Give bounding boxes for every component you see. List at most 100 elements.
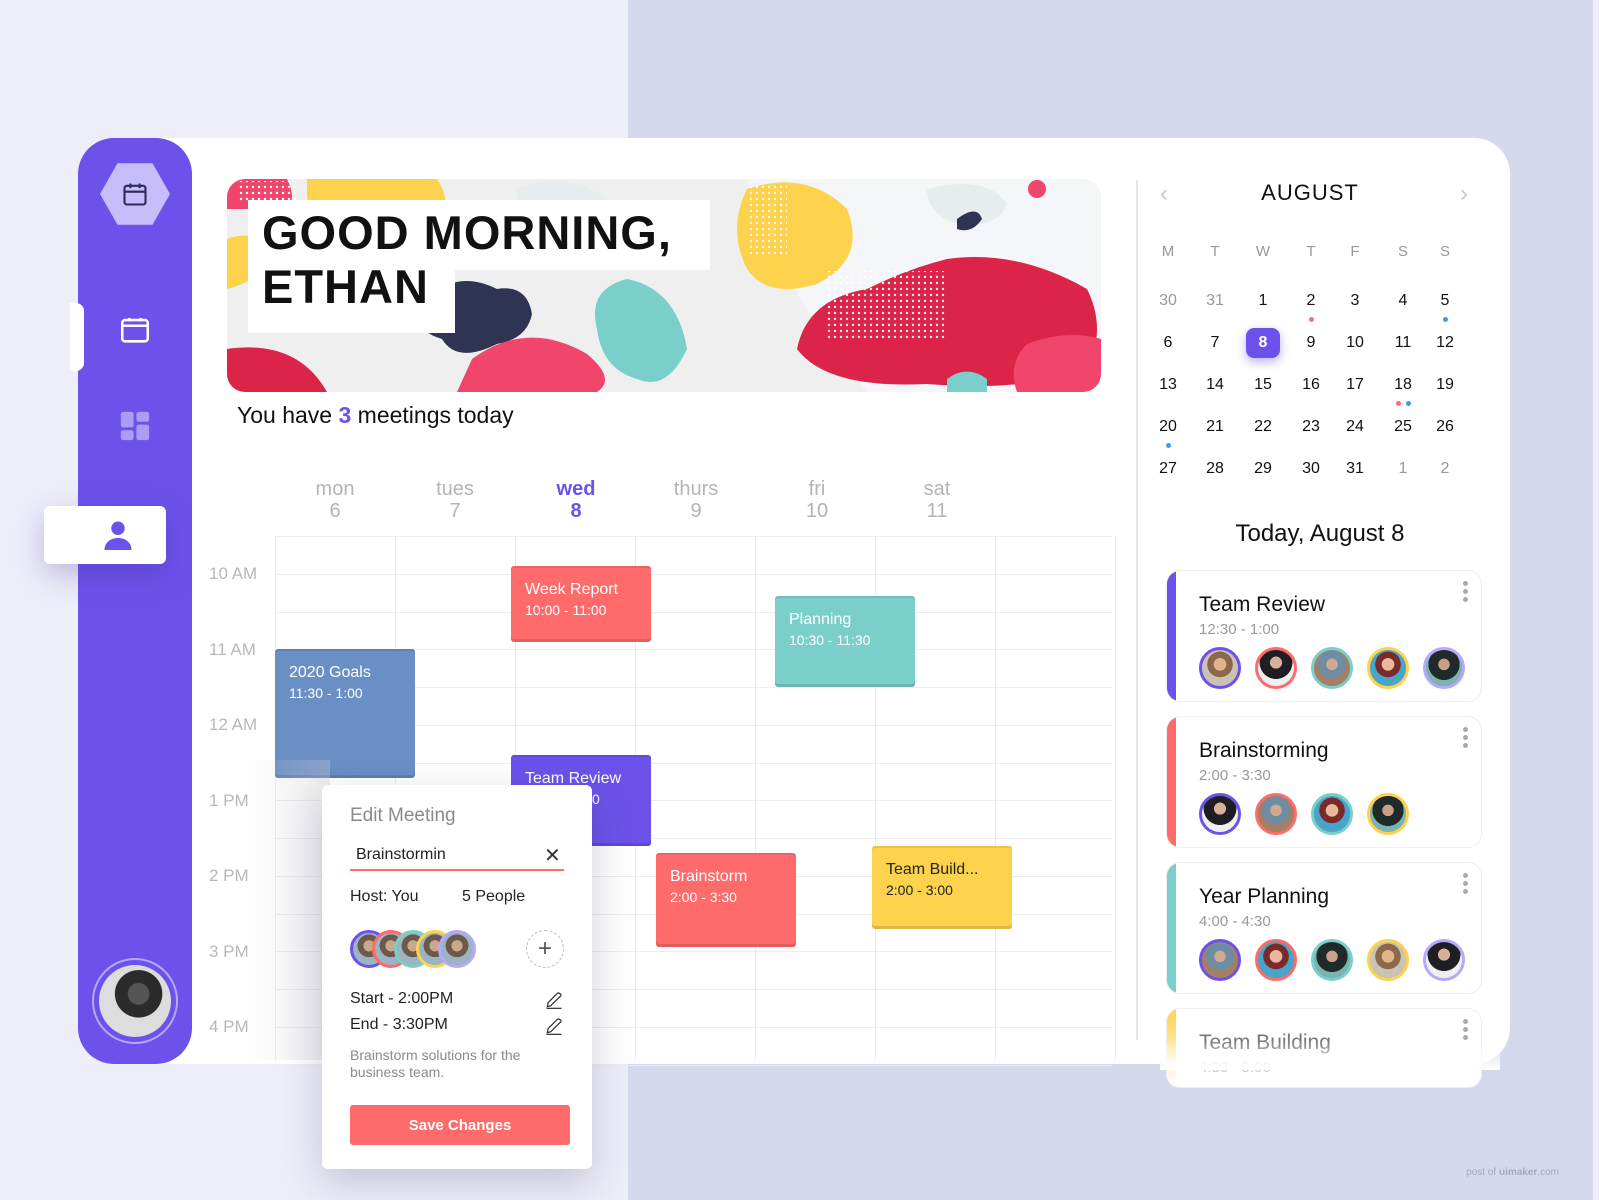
participant-avatar[interactable] bbox=[1255, 793, 1297, 835]
participant-avatar[interactable] bbox=[1311, 793, 1353, 835]
more-options-icon[interactable] bbox=[1463, 1019, 1469, 1040]
day-number: 9 bbox=[690, 500, 702, 522]
calendar-day[interactable]: 30 bbox=[1151, 286, 1185, 316]
participant-avatar[interactable] bbox=[1199, 793, 1241, 835]
clear-icon[interactable]: ✕ bbox=[544, 843, 561, 868]
participant-avatar[interactable] bbox=[1311, 647, 1353, 689]
calendar-day[interactable]: 20 bbox=[1151, 412, 1185, 442]
event-block[interactable]: 2020 Goals 11:30 - 1:00 bbox=[275, 649, 415, 778]
calendar-day[interactable]: 11 bbox=[1386, 328, 1420, 358]
calendar-day[interactable]: 1 bbox=[1386, 454, 1420, 484]
participant-avatar[interactable] bbox=[1255, 647, 1297, 689]
day-header-sat[interactable]: sat 11 bbox=[877, 478, 997, 522]
meeting-card[interactable]: Team Review 12:30 - 1:00 bbox=[1166, 570, 1482, 702]
calendar-day[interactable]: 21 bbox=[1198, 412, 1232, 442]
calendar-day[interactable]: 27 bbox=[1151, 454, 1185, 484]
event-dot bbox=[1308, 317, 1314, 322]
event-title: Planning bbox=[789, 611, 852, 629]
add-participant-button[interactable]: + bbox=[526, 930, 564, 968]
sidebar-item-dashboard[interactable] bbox=[115, 406, 155, 446]
participant-avatar[interactable] bbox=[1367, 939, 1409, 981]
calendar-day[interactable]: 31 bbox=[1198, 286, 1232, 316]
more-options-icon[interactable] bbox=[1463, 727, 1469, 748]
day-header-wed[interactable]: wed 8 bbox=[516, 478, 636, 522]
calendar-day[interactable]: 2 bbox=[1294, 286, 1328, 316]
time-label: 4 PM bbox=[209, 1017, 249, 1036]
list-fade bbox=[1160, 1040, 1500, 1070]
participant-avatar[interactable] bbox=[1423, 939, 1465, 981]
calendar-day[interactable]: 29 bbox=[1246, 454, 1280, 484]
background-edge bbox=[1593, 0, 1599, 1200]
event-block[interactable]: Brainstorm 2:00 - 3:30 bbox=[656, 853, 796, 948]
participant-avatar[interactable] bbox=[1367, 647, 1409, 689]
day-header-thurs[interactable]: thurs 9 bbox=[636, 478, 756, 522]
people-count: 5 People bbox=[462, 888, 526, 905]
prev-month-chevron-icon[interactable]: ‹ bbox=[1160, 180, 1168, 208]
meeting-card[interactable]: Year Planning 4:00 - 4:30 bbox=[1166, 862, 1482, 994]
calendar-day[interactable]: 16 bbox=[1294, 370, 1328, 400]
participant-avatar[interactable] bbox=[1311, 939, 1353, 981]
calendar-day[interactable]: 31 bbox=[1338, 454, 1372, 484]
event-block[interactable]: Planning 10:30 - 11:30 bbox=[775, 596, 915, 687]
event-block[interactable]: Week Report 10:00 - 11:00 bbox=[511, 566, 651, 642]
edit-end-pencil-icon[interactable] bbox=[544, 1016, 564, 1041]
calendar-day[interactable]: 23 bbox=[1294, 412, 1328, 442]
greeting-name: ETHAN bbox=[262, 260, 429, 313]
calendar-day[interactable]: 6 bbox=[1151, 328, 1185, 358]
calendar-day[interactable]: 13 bbox=[1151, 370, 1185, 400]
calendar-day[interactable]: 28 bbox=[1198, 454, 1232, 484]
event-time: 10:00 - 11:00 bbox=[525, 602, 607, 619]
day-name: mon bbox=[315, 478, 355, 500]
end-time: End - 3:30PM bbox=[350, 1016, 448, 1033]
user-avatar[interactable] bbox=[92, 958, 178, 1044]
calendar-day[interactable]: 19 bbox=[1428, 370, 1462, 400]
calendar-day[interactable]: 30 bbox=[1294, 454, 1328, 484]
meeting-card[interactable]: Brainstorming 2:00 - 3:30 bbox=[1166, 716, 1482, 848]
participant-avatar[interactable] bbox=[1255, 939, 1297, 981]
calendar-day[interactable]: 17 bbox=[1338, 370, 1372, 400]
sidebar-item-profile[interactable] bbox=[44, 506, 166, 564]
calendar-day[interactable]: 8 bbox=[1246, 328, 1280, 358]
participant-avatar[interactable] bbox=[1199, 939, 1241, 981]
participant-avatar[interactable] bbox=[1199, 647, 1241, 689]
calendar-day[interactable]: 24 bbox=[1338, 412, 1372, 442]
calendar-icon bbox=[123, 183, 147, 206]
participant-avatar[interactable] bbox=[438, 930, 476, 968]
day-header-fri[interactable]: fri 10 bbox=[757, 478, 877, 522]
watermark-suffix: .com bbox=[1537, 1167, 1559, 1178]
day-header-tues[interactable]: tues 7 bbox=[395, 478, 515, 522]
next-month-chevron-icon[interactable]: › bbox=[1460, 180, 1468, 208]
participant-avatar[interactable] bbox=[1367, 793, 1409, 835]
more-options-icon[interactable] bbox=[1463, 873, 1469, 894]
meeting-name-input[interactable] bbox=[350, 841, 564, 871]
meeting-accent-bar bbox=[1167, 717, 1176, 847]
calendar-day[interactable]: 12 bbox=[1428, 328, 1462, 358]
today-heading: Today, August 8 bbox=[1235, 520, 1405, 547]
calendar-day[interactable]: 9 bbox=[1294, 328, 1328, 358]
day-number: 8 bbox=[570, 500, 582, 522]
meeting-title: Team Review bbox=[1199, 593, 1326, 616]
day-header-mon[interactable]: mon 6 bbox=[275, 478, 395, 522]
calendar-day[interactable]: 5 bbox=[1428, 286, 1462, 316]
calendar-day[interactable]: 1 bbox=[1246, 286, 1280, 316]
calendar-day[interactable]: 15 bbox=[1246, 370, 1280, 400]
calendar-day[interactable]: 26 bbox=[1428, 412, 1462, 442]
participant-avatar[interactable] bbox=[1423, 647, 1465, 689]
calendar-day[interactable]: 22 bbox=[1246, 412, 1280, 442]
calendar-day[interactable]: 7 bbox=[1198, 328, 1232, 358]
calendar-day[interactable]: 4 bbox=[1386, 286, 1420, 316]
edit-start-pencil-icon[interactable] bbox=[544, 990, 564, 1015]
more-options-icon[interactable] bbox=[1463, 581, 1469, 602]
event-block[interactable]: Team Build... 2:00 - 3:00 bbox=[872, 845, 1012, 929]
grid-line bbox=[275, 536, 1112, 537]
time-label: 2 PM bbox=[209, 866, 249, 885]
calendar-day[interactable]: 10 bbox=[1338, 328, 1372, 358]
save-changes-button[interactable]: Save Changes bbox=[350, 1105, 570, 1145]
calendar-day[interactable]: 25 bbox=[1386, 412, 1420, 442]
calendar-day[interactable]: 2 bbox=[1428, 454, 1462, 484]
sidebar-item-calendar[interactable] bbox=[115, 310, 155, 350]
calendar-day[interactable]: 18 bbox=[1386, 370, 1420, 400]
calendar-day[interactable]: 3 bbox=[1338, 286, 1372, 316]
logo-badge[interactable] bbox=[100, 163, 170, 225]
calendar-day[interactable]: 14 bbox=[1198, 370, 1232, 400]
